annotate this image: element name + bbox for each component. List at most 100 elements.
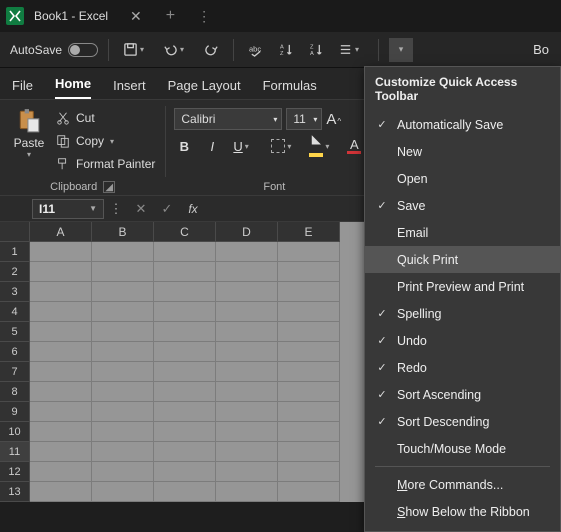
cell[interactable] xyxy=(154,462,216,482)
select-all-corner[interactable] xyxy=(0,222,30,242)
undo-button[interactable]: ▾ xyxy=(159,38,193,62)
cell[interactable] xyxy=(154,402,216,422)
cell[interactable] xyxy=(30,402,92,422)
menu-item-sort-ascending[interactable]: ✓Sort Ascending xyxy=(365,381,560,408)
column-header[interactable]: D xyxy=(216,222,278,242)
cell[interactable] xyxy=(154,242,216,262)
cell[interactable] xyxy=(278,402,340,422)
close-document-icon[interactable]: ✕ xyxy=(130,8,142,25)
column-header[interactable]: E xyxy=(278,222,340,242)
cell[interactable] xyxy=(154,282,216,302)
menu-item-open[interactable]: Open xyxy=(365,165,560,192)
cell[interactable] xyxy=(216,462,278,482)
cell[interactable] xyxy=(278,302,340,322)
underline-button[interactable]: U▾ xyxy=(230,136,260,156)
cell[interactable] xyxy=(278,462,340,482)
cell[interactable] xyxy=(92,262,154,282)
tab-formulas[interactable]: Formulas xyxy=(263,78,317,99)
tab-insert[interactable]: Insert xyxy=(113,78,146,99)
cell[interactable] xyxy=(278,342,340,362)
autosave-toggle[interactable]: AutoSave xyxy=(10,43,98,57)
fill-color-button[interactable]: ◣ ▾ xyxy=(306,136,336,156)
menu-item-more-commands[interactable]: More Commands... xyxy=(365,471,560,498)
tab-file[interactable]: File xyxy=(12,78,33,99)
cell[interactable] xyxy=(278,382,340,402)
tab-home[interactable]: Home xyxy=(55,76,91,99)
cell[interactable] xyxy=(216,362,278,382)
format-painter-button[interactable]: Format Painter xyxy=(56,154,155,174)
accept-formula-icon[interactable]: ✓ xyxy=(154,201,180,217)
cell[interactable] xyxy=(278,242,340,262)
cut-button[interactable]: Cut xyxy=(56,108,155,128)
cell[interactable] xyxy=(30,362,92,382)
cell[interactable] xyxy=(216,242,278,262)
cell[interactable] xyxy=(278,322,340,342)
cell[interactable] xyxy=(92,302,154,322)
tab-overflow-icon[interactable]: ⋮ xyxy=(197,8,211,25)
autosave-switch-off-icon[interactable] xyxy=(68,43,98,57)
cell[interactable] xyxy=(154,362,216,382)
cell[interactable] xyxy=(30,262,92,282)
cell[interactable] xyxy=(216,382,278,402)
cell[interactable] xyxy=(30,302,92,322)
cell[interactable] xyxy=(92,422,154,442)
redo-button[interactable] xyxy=(199,38,223,62)
cell[interactable] xyxy=(154,302,216,322)
cell[interactable] xyxy=(278,362,340,382)
cell[interactable] xyxy=(278,262,340,282)
customize-qat-button[interactable]: ▾ xyxy=(389,38,413,62)
menu-item-redo[interactable]: ✓Redo xyxy=(365,354,560,381)
cell[interactable] xyxy=(216,302,278,322)
cell[interactable] xyxy=(216,342,278,362)
cell[interactable] xyxy=(278,282,340,302)
font-name-select[interactable]: Calibri ▾ xyxy=(174,108,282,130)
row-header[interactable]: 7 xyxy=(0,362,30,382)
cell[interactable] xyxy=(216,282,278,302)
menu-item-new[interactable]: New xyxy=(365,138,560,165)
cell[interactable] xyxy=(278,422,340,442)
menu-item-touch-mouse-mode[interactable]: Touch/Mouse Mode xyxy=(365,435,560,462)
cell[interactable] xyxy=(30,442,92,462)
menu-item-print-preview-and-print[interactable]: Print Preview and Print xyxy=(365,273,560,300)
cell[interactable] xyxy=(216,442,278,462)
cell[interactable] xyxy=(30,242,92,262)
column-header[interactable]: C xyxy=(154,222,216,242)
borders-button[interactable]: ▾ xyxy=(268,136,298,156)
menu-item-sort-descending[interactable]: ✓Sort Descending xyxy=(365,408,560,435)
cell[interactable] xyxy=(30,462,92,482)
cell[interactable] xyxy=(154,262,216,282)
cell[interactable] xyxy=(216,262,278,282)
row-header[interactable]: 10 xyxy=(0,422,30,442)
cell[interactable] xyxy=(92,322,154,342)
cancel-formula-icon[interactable]: ✕ xyxy=(128,201,154,217)
increase-font-button[interactable]: A^ xyxy=(326,111,341,128)
row-header[interactable]: 3 xyxy=(0,282,30,302)
new-document-icon[interactable]: + xyxy=(166,7,175,25)
cell[interactable] xyxy=(154,442,216,462)
cell[interactable] xyxy=(216,482,278,502)
bold-button[interactable]: B xyxy=(174,136,194,156)
font-size-select[interactable]: 11 ▾ xyxy=(286,108,322,130)
cell[interactable] xyxy=(30,482,92,502)
column-header[interactable]: B xyxy=(92,222,154,242)
cell[interactable] xyxy=(30,382,92,402)
cell[interactable] xyxy=(278,482,340,502)
tab-page-layout[interactable]: Page Layout xyxy=(168,78,241,99)
cell[interactable] xyxy=(92,362,154,382)
italic-button[interactable]: I xyxy=(202,136,222,156)
cell[interactable] xyxy=(154,482,216,502)
row-header[interactable]: 1 xyxy=(0,242,30,262)
row-header[interactable]: 2 xyxy=(0,262,30,282)
insert-function-button[interactable]: fx xyxy=(180,202,206,216)
menu-item-save[interactable]: ✓Save xyxy=(365,192,560,219)
cell[interactable] xyxy=(92,442,154,462)
cell[interactable] xyxy=(92,282,154,302)
cell[interactable] xyxy=(92,382,154,402)
chevron-down-icon[interactable]: ▾ xyxy=(27,150,31,159)
cell[interactable] xyxy=(216,422,278,442)
cell[interactable] xyxy=(30,422,92,442)
name-box-more-icon[interactable]: ⋮ xyxy=(104,201,128,217)
cell[interactable] xyxy=(92,242,154,262)
row-header[interactable]: 12 xyxy=(0,462,30,482)
paste-button[interactable]: Paste ▾ xyxy=(8,104,50,179)
